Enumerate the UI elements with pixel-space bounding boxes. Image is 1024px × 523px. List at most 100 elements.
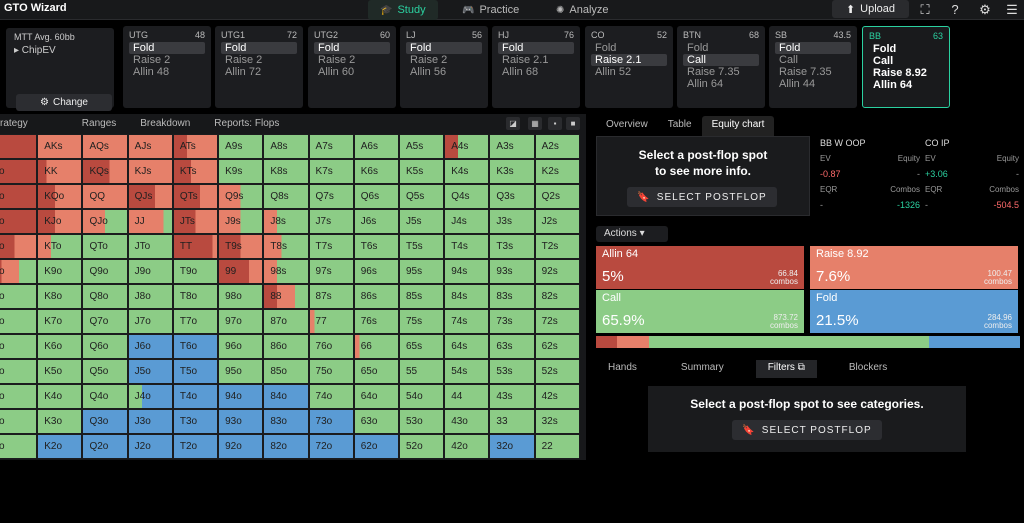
hand-cell[interactable]: 96o xyxy=(218,334,264,359)
hand-cell[interactable]: J5s xyxy=(398,209,445,234)
hand-cell[interactable]: J9o xyxy=(127,259,173,284)
hand-cell[interactable]: o xyxy=(0,434,38,459)
hand-cell[interactable]: K3o xyxy=(37,409,83,434)
hand-cell[interactable]: 95o xyxy=(218,359,264,384)
tab-filters[interactable]: Filters ⧉ xyxy=(755,360,817,378)
hand-cell[interactable]: J3s xyxy=(489,209,535,234)
hand-cell[interactable]: QQ xyxy=(82,184,128,209)
hand-cell[interactable]: K4s xyxy=(444,159,490,184)
hand-cell[interactable]: AKs xyxy=(37,134,83,159)
hand-cell[interactable]: o xyxy=(0,184,38,209)
hand-cell[interactable]: K5o xyxy=(37,359,83,384)
hand-cell[interactable]: 22 xyxy=(534,434,580,459)
position-card-hj[interactable]: HJ 76 Fold Raise 2.1 Allin 68 xyxy=(492,26,580,108)
hand-cell[interactable]: o xyxy=(0,159,38,184)
hand-cell[interactable]: 52s xyxy=(534,359,580,384)
hand-cell[interactable]: 32s xyxy=(534,409,580,434)
tab-overview[interactable]: Overview xyxy=(596,116,658,136)
hand-cell[interactable]: T6o xyxy=(172,334,219,359)
hand-cell[interactable]: 87o xyxy=(263,309,309,334)
hand-cell[interactable]: 74s xyxy=(444,309,490,334)
hand-cell[interactable]: J2o xyxy=(127,434,173,459)
hand-cell[interactable]: 32o xyxy=(489,434,535,459)
hand-cell[interactable]: Q8s xyxy=(263,184,309,209)
hand-cell[interactable]: Q6o xyxy=(82,334,128,359)
hand-cell[interactable]: Q9s xyxy=(218,184,264,209)
view-toggle-1-icon[interactable]: ◪ xyxy=(506,117,520,130)
position-action[interactable]: Raise 7.35 xyxy=(775,66,851,78)
hand-cell[interactable]: T3o xyxy=(172,409,219,434)
tab-table[interactable]: Table xyxy=(658,116,702,136)
hand-cell[interactable]: K6o xyxy=(37,334,83,359)
hand-cell[interactable]: J7s xyxy=(308,209,354,234)
hand-cell[interactable]: o xyxy=(0,334,38,359)
hand-cell[interactable]: AJs xyxy=(127,134,173,159)
hand-cell[interactable]: 42s xyxy=(534,384,580,409)
hand-cell[interactable]: A5s xyxy=(398,134,445,159)
position-action[interactable]: Raise 2 xyxy=(221,54,297,66)
hand-cell[interactable]: 98s xyxy=(263,259,309,284)
nav-study[interactable]: 🎓 Study xyxy=(368,0,438,20)
position-action[interactable]: Call xyxy=(683,54,759,66)
tab-reports-flops[interactable]: Reports: Flops xyxy=(202,116,291,134)
hand-cell[interactable]: T2s xyxy=(534,234,580,259)
hand-cell[interactable]: TT xyxy=(172,234,219,259)
hand-cell[interactable] xyxy=(0,134,38,159)
hand-cell[interactable]: J6o xyxy=(127,334,173,359)
position-action[interactable]: Raise 7.35 xyxy=(683,66,759,78)
action-tile-fold[interactable]: Fold 21.5% 284.96 combos xyxy=(810,290,1018,333)
hand-cell[interactable]: T8o xyxy=(172,284,219,309)
hand-cell[interactable]: J7o xyxy=(127,309,173,334)
hand-cell[interactable]: ATs xyxy=(172,134,219,159)
hand-cell[interactable]: 92s xyxy=(534,259,580,284)
hand-cell[interactable]: 95s xyxy=(398,259,445,284)
hand-cell[interactable]: 63s xyxy=(489,334,535,359)
upload-button[interactable]: ⬆ Upload xyxy=(832,0,909,18)
position-action[interactable]: Allin 68 xyxy=(498,66,574,78)
hand-cell[interactable]: J9s xyxy=(218,209,264,234)
hand-cell[interactable]: JTo xyxy=(127,234,173,259)
select-postflop-button[interactable]: 🔖 SELECT POSTFLOP xyxy=(732,420,882,440)
hand-cell[interactable]: o xyxy=(0,409,38,434)
position-action[interactable]: Fold xyxy=(683,42,759,54)
hand-cell[interactable]: o xyxy=(0,234,38,259)
hand-cell[interactable]: 82o xyxy=(263,434,309,459)
hand-cell[interactable]: 99 xyxy=(218,259,264,284)
select-postflop-button[interactable]: 🔖 SELECT POSTFLOP xyxy=(627,187,777,207)
nav-practice[interactable]: 🎮 Practice xyxy=(450,0,531,20)
hand-cell[interactable]: 94s xyxy=(444,259,490,284)
hand-cell[interactable]: J2s xyxy=(534,209,580,234)
hand-cell[interactable]: Q6s xyxy=(353,184,399,209)
hand-cell[interactable]: JJ xyxy=(127,209,173,234)
hand-cell[interactable]: 96s xyxy=(353,259,399,284)
hand-cell[interactable]: 97o xyxy=(218,309,264,334)
hand-cell[interactable]: QTo xyxy=(82,234,128,259)
hand-cell[interactable]: J6s xyxy=(353,209,399,234)
hand-cell[interactable]: 85o xyxy=(263,359,309,384)
tab-summary[interactable]: Summary xyxy=(669,360,736,378)
hand-cell[interactable]: T5s xyxy=(398,234,445,259)
hand-cell[interactable]: 33 xyxy=(489,409,535,434)
hand-cell[interactable]: K5s xyxy=(398,159,445,184)
position-card-utg[interactable]: UTG 48 Fold Raise 2 Allin 48 xyxy=(123,26,211,108)
hand-cell[interactable]: T8s xyxy=(263,234,309,259)
hand-cell[interactable]: 66 xyxy=(353,334,399,359)
hand-cell[interactable]: JTs xyxy=(172,209,219,234)
hand-cell[interactable]: 92o xyxy=(218,434,264,459)
hand-cell[interactable]: Q5s xyxy=(398,184,445,209)
position-card-co[interactable]: CO 52 Fold Raise 2.1 Allin 52 xyxy=(585,26,673,108)
hand-cell[interactable]: K2s xyxy=(534,159,580,184)
hand-cell[interactable]: 85s xyxy=(398,284,445,309)
position-action[interactable]: Fold xyxy=(406,42,482,54)
hand-cell[interactable]: o xyxy=(0,209,38,234)
hand-cell[interactable]: 42o xyxy=(444,434,490,459)
hand-cell[interactable]: 86s xyxy=(353,284,399,309)
hand-cell[interactable]: J3o xyxy=(127,409,173,434)
hand-cell[interactable]: 84s xyxy=(444,284,490,309)
hand-cell[interactable]: Q4o xyxy=(82,384,128,409)
view-toggle-2-icon[interactable]: ▦ xyxy=(528,117,542,130)
hand-cell[interactable]: Q9o xyxy=(82,259,128,284)
tab-equity-chart[interactable]: Equity chart xyxy=(701,116,775,136)
position-action[interactable]: Raise 2.1 xyxy=(498,54,574,66)
hand-cell[interactable]: Q7o xyxy=(82,309,128,334)
